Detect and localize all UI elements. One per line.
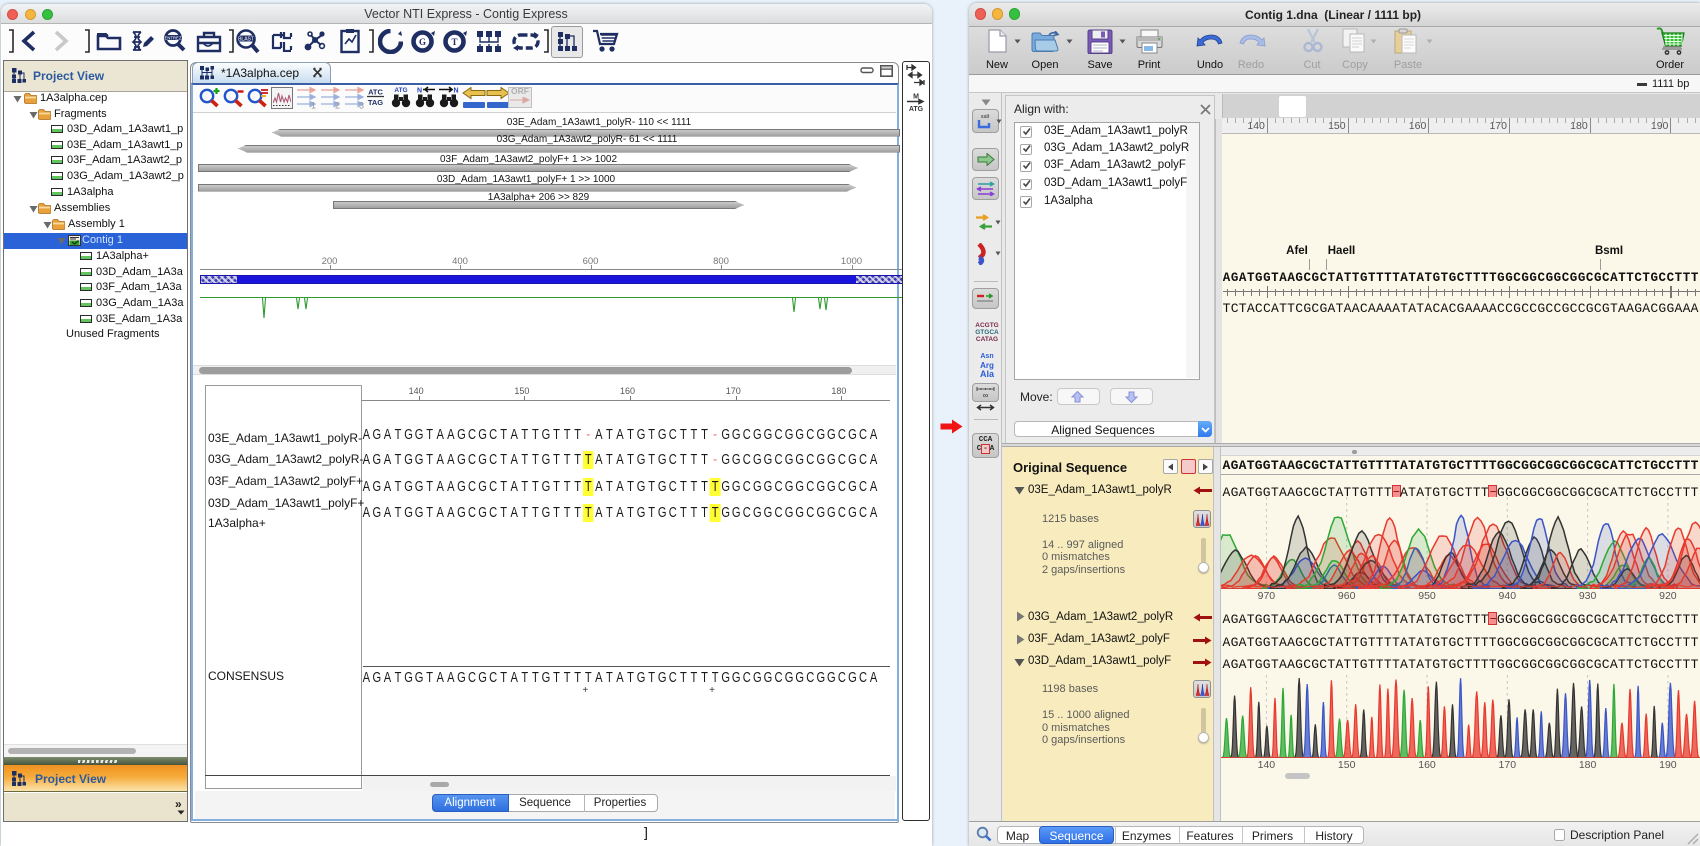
svg-text:BLAST: BLAST	[238, 37, 254, 43]
svg-text:ATG: ATG	[394, 87, 407, 94]
svg-text:T: T	[451, 37, 457, 47]
svg-text:ENTREZ: ENTREZ	[165, 36, 182, 41]
svg-text:N: N	[417, 87, 422, 94]
svg-text:M: M	[913, 94, 919, 101]
svg-text:TAG: TAG	[368, 98, 383, 107]
svg-text:1: 1	[311, 100, 316, 109]
svg-text:ATC: ATC	[368, 87, 383, 96]
svg-text:salt: salt	[981, 114, 990, 120]
svg-text:∞: ∞	[983, 391, 989, 399]
svg-text:3: 3	[359, 100, 364, 109]
svg-text:G: G	[419, 37, 426, 47]
svg-text:2: 2	[335, 100, 340, 109]
svg-text:ATG: ATG	[909, 106, 924, 112]
svg-text:N: N	[454, 87, 459, 94]
